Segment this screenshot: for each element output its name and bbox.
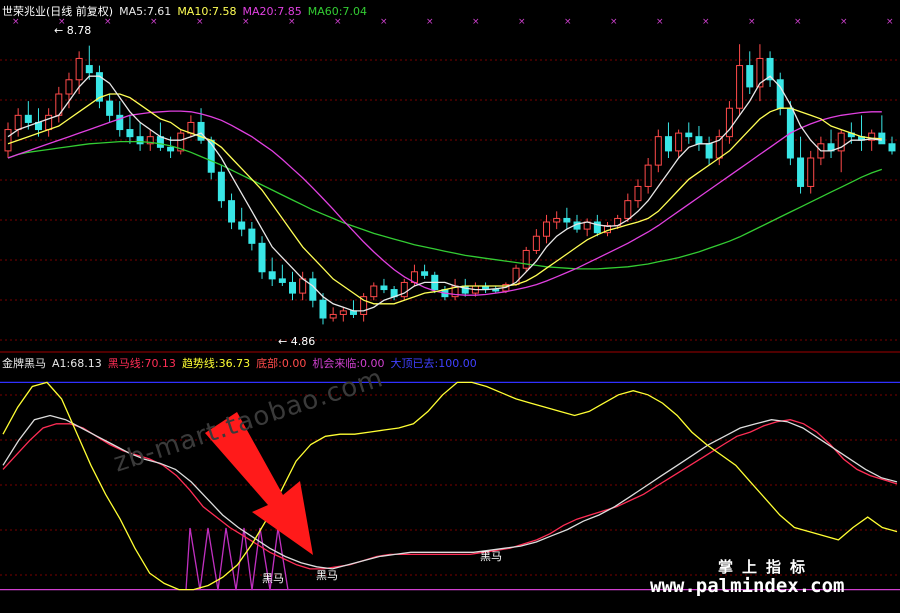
marker-icon: × [656, 17, 664, 27]
candle-body [14, 114, 22, 131]
marker-icon: × [380, 17, 388, 27]
ma20-value: MA20:7.85 [242, 5, 302, 18]
candle-body [187, 121, 195, 134]
candle-body [268, 271, 276, 280]
ma10-line [7, 93, 882, 305]
candle-body [65, 79, 73, 95]
candle-body [675, 132, 683, 152]
candle-body [319, 299, 327, 319]
candle-body [370, 285, 378, 298]
candle-body [522, 249, 530, 269]
signal-label: 黑马 [262, 572, 284, 585]
candle-body [624, 200, 632, 219]
chart-canvas: × × × × × × × × × × × × × × × × × × × × [0, 17, 900, 591]
candle-body [329, 313, 337, 319]
candle-body [309, 278, 317, 301]
candle-body [543, 221, 551, 237]
candle-body [380, 285, 388, 291]
indicator-line [2, 414, 898, 570]
marker-icon: × [794, 17, 802, 27]
marker-icon: × [748, 17, 756, 27]
candle-body [664, 136, 672, 152]
marker-icon: × [610, 17, 618, 27]
heima-line-value: 黑马线:70.13 [107, 357, 176, 370]
indicator-name: 金牌黑马 [2, 357, 46, 370]
candle-body [278, 278, 286, 283]
chance-value: 机会来临:0.00 [312, 357, 385, 370]
low-price-label: ← 4.86 [278, 335, 316, 348]
candle-body [644, 164, 652, 187]
ma5-line [7, 75, 882, 312]
a1-value: A1:68.13 [52, 357, 102, 370]
candle-body [553, 217, 561, 223]
marker-icon: × [518, 17, 526, 27]
candle-body [654, 136, 662, 166]
candle-body [217, 171, 225, 202]
stock-chart-window: { "colors":{"up":"#ff4a4a","down":"#39e6… [0, 0, 900, 613]
candle-body [685, 132, 693, 138]
ma10-value: MA10:7.58 [177, 5, 237, 18]
candle-body [136, 136, 144, 145]
candle-body [695, 136, 703, 145]
candle-body [532, 235, 540, 251]
candle-body [248, 228, 256, 244]
candle-body [24, 114, 32, 123]
candle-body [228, 200, 236, 223]
candle-body [888, 143, 896, 152]
page-title: 世荣兆业(日线 前复权) [2, 5, 114, 18]
candle-body [167, 146, 175, 152]
top-passed-value: 大顶已去:100.00 [390, 357, 477, 370]
trend-line-value: 趋势线:36.73 [181, 357, 251, 370]
price-header: 世荣兆业(日线 前复权) MA5:7.61 MA10:7.58 MA20:7.85 MA… [2, 5, 373, 19]
candle-body [156, 136, 164, 148]
candle-body [736, 65, 744, 109]
marker-icon: × [702, 17, 710, 27]
candle-body [116, 114, 124, 131]
high-price-label: ← 8.78 [54, 24, 92, 37]
ma60-value: MA60:7.04 [307, 5, 367, 18]
marker-icon: × [886, 17, 894, 27]
candle-body [289, 281, 297, 294]
candle-body [563, 217, 571, 223]
candle-body [339, 310, 347, 315]
brand-name: 掌上指标 [718, 558, 815, 576]
candle-body [421, 271, 429, 276]
ma5-value: MA5:7.61 [119, 5, 172, 18]
candle-body [797, 157, 805, 187]
candle-body [207, 139, 215, 173]
candle-body [807, 157, 815, 187]
candle-body [492, 289, 500, 292]
candle-body [4, 129, 12, 152]
candle-body [126, 129, 134, 138]
candle-body [258, 242, 266, 273]
marker-icon: × [840, 17, 848, 27]
candle-body [75, 57, 83, 81]
marker-icon: × [472, 17, 480, 27]
brand-url: www.palmindex.com [650, 575, 845, 597]
candle-body [106, 100, 114, 116]
candle-body [85, 65, 93, 74]
marker-icon: × [426, 17, 434, 27]
candle-body [746, 65, 754, 88]
candle-body [705, 143, 713, 159]
indicator-header: 金牌黑马 A1:68.13 黑马线:70.13 趋势线:36.73 底部:0.00 机会来… [2, 357, 483, 371]
signal-label: 黑马 [316, 569, 338, 582]
signal-label: 黑马 [480, 550, 502, 563]
bottom-value: 底部:0.00 [256, 357, 307, 370]
candle-body [634, 185, 642, 202]
marker-icon: × [564, 17, 572, 27]
candle-body [238, 221, 246, 230]
